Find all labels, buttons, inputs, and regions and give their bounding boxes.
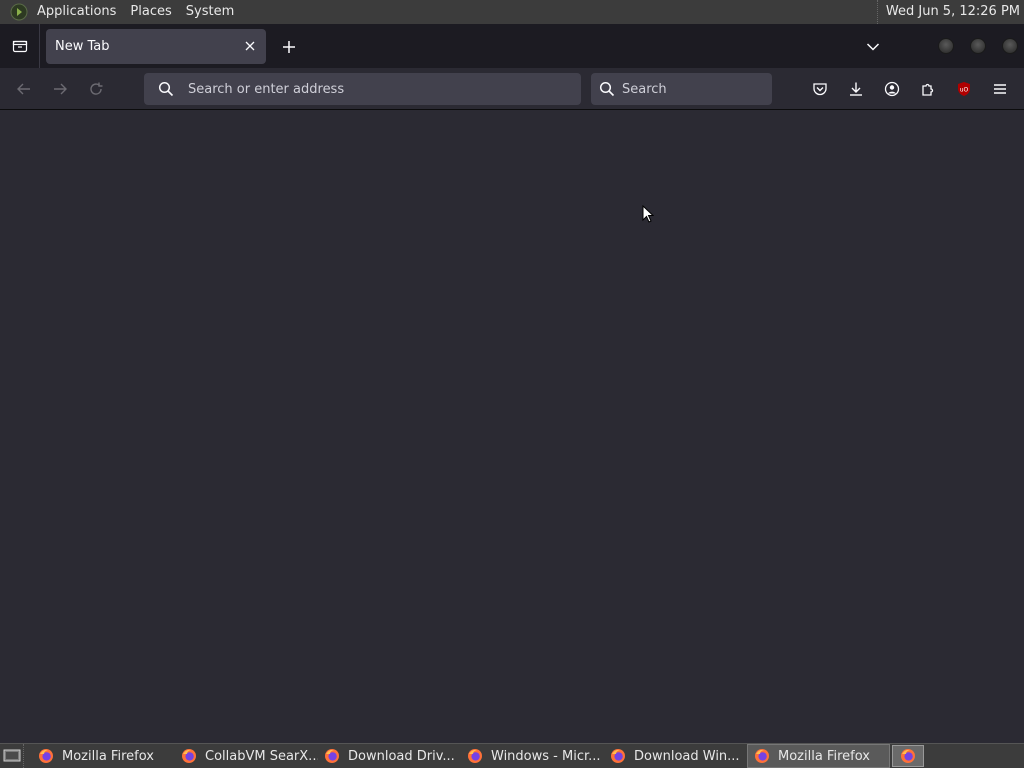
pocket-icon	[813, 83, 827, 96]
firefox-icon	[182, 749, 196, 763]
new-tab-button[interactable]	[276, 34, 302, 60]
save-to-pocket-button[interactable]	[808, 77, 832, 101]
show-desktop-icon	[3, 749, 20, 762]
top-panel: Applications Places System Wed Jun 5, 12…	[0, 0, 1024, 24]
search-input[interactable]	[622, 81, 762, 97]
taskbar-item[interactable]: Mozilla Firefox	[32, 744, 175, 768]
download-icon	[850, 82, 862, 96]
maximize-button[interactable]	[970, 38, 986, 54]
places-menu[interactable]: Places	[123, 0, 178, 24]
search-icon	[158, 81, 174, 97]
plus-icon	[283, 41, 295, 53]
ublock-origin-button[interactable]: uO	[952, 77, 976, 101]
minimize-button[interactable]	[938, 38, 954, 54]
taskbar-item-label: Windows - Micr...	[491, 748, 601, 764]
search-bar[interactable]	[591, 73, 772, 105]
hamburger-menu-icon	[994, 84, 1006, 94]
svg-text:uO: uO	[960, 87, 969, 94]
taskbar-item[interactable]: Download Driv...	[318, 744, 461, 768]
firefox-icon	[39, 749, 53, 763]
chevron-down-icon	[866, 43, 880, 51]
tab-strip: New Tab	[0, 24, 1024, 68]
workspace-switcher[interactable]	[892, 745, 924, 767]
extensions-button[interactable]	[916, 77, 940, 101]
reload-icon	[90, 82, 103, 95]
navigation-toolbar: uO	[0, 68, 1024, 110]
desktop-screen: Applications Places System Wed Jun 5, 12…	[0, 0, 1024, 768]
mouse-cursor-icon	[642, 204, 655, 223]
firefox-icon	[611, 749, 625, 763]
list-all-tabs-button[interactable]	[860, 34, 886, 60]
tab-new-tab[interactable]: New Tab	[46, 29, 266, 64]
tab-title: New Tab	[55, 39, 110, 54]
taskbar: Mozilla Firefox CollabVM SearX... Downlo…	[0, 743, 1024, 768]
firefox-icon	[468, 749, 482, 763]
panel-clock[interactable]: Wed Jun 5, 12:26 PM	[876, 0, 1020, 24]
back-button[interactable]	[12, 77, 36, 101]
taskbar-item-label: Mozilla Firefox	[62, 748, 154, 764]
account-button[interactable]	[880, 77, 904, 101]
firefox-view-button[interactable]	[0, 24, 40, 68]
taskbar-item[interactable]: CollabVM SearX...	[175, 744, 318, 768]
taskbar-item-label: Download Driv...	[348, 748, 455, 764]
puzzle-icon	[922, 83, 934, 96]
taskbar-item-label: Mozilla Firefox	[778, 748, 870, 764]
firefox-icon	[901, 749, 915, 763]
forward-button[interactable]	[48, 77, 72, 101]
taskbar-item[interactable]: Windows - Micr...	[461, 744, 604, 768]
page-content[interactable]	[0, 111, 1024, 743]
firefox-icon	[755, 749, 769, 763]
arrow-right-icon	[54, 83, 67, 95]
firefox-view-icon	[12, 40, 27, 53]
mate-menu-icon[interactable]	[8, 1, 30, 23]
taskbar-item-active[interactable]: Mozilla Firefox	[747, 744, 890, 768]
show-desktop-button[interactable]	[0, 744, 24, 768]
app-menu-button[interactable]	[988, 77, 1012, 101]
address-bar[interactable]	[144, 73, 581, 105]
downloads-button[interactable]	[844, 77, 868, 101]
taskbar-item-label: Download Win...	[634, 748, 740, 764]
ublock-origin-icon: uO	[958, 82, 970, 96]
taskbar-item-label: CollabVM SearX...	[205, 748, 318, 764]
close-icon	[245, 41, 255, 51]
address-input[interactable]	[188, 81, 568, 97]
taskbar-item[interactable]: Download Win...	[604, 744, 747, 768]
reload-button[interactable]	[84, 77, 108, 101]
account-icon	[884, 81, 900, 97]
firefox-icon	[325, 749, 339, 763]
tab-close-button[interactable]	[240, 36, 260, 56]
system-menu[interactable]: System	[179, 0, 241, 24]
close-window-button[interactable]	[1002, 38, 1018, 54]
arrow-left-icon	[17, 83, 30, 95]
applications-menu[interactable]: Applications	[30, 0, 123, 24]
search-icon	[599, 81, 615, 97]
